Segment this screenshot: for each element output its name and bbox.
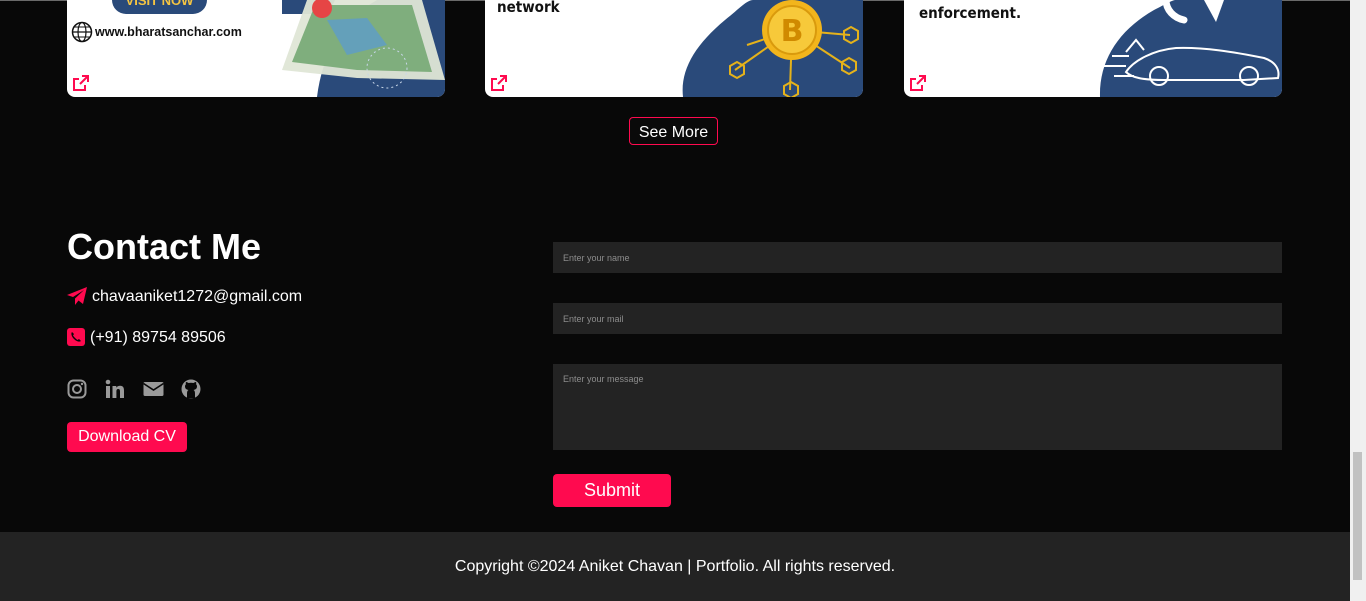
mail-icon[interactable] [143, 379, 164, 399]
linkedin-icon[interactable] [105, 379, 125, 399]
see-more-button[interactable]: See More [629, 117, 718, 145]
contact-phone[interactable]: (+91) 89754 89506 [90, 329, 226, 347]
phone-icon [67, 328, 85, 346]
svg-text:B: B [781, 14, 804, 49]
email-row: chavaaniket1272@gmail.com [67, 287, 302, 306]
card-1-url: www.bharatsanchar.com [95, 25, 242, 39]
paper-plane-icon [67, 287, 87, 305]
card-2-text: network [497, 0, 560, 16]
contact-email[interactable]: chavaaniket1272@gmail.com [92, 288, 302, 306]
github-icon[interactable] [181, 379, 201, 399]
mail-input[interactable] [553, 303, 1282, 334]
footer: Copyright ©2024 Aniket Chavan | Portfoli… [0, 532, 1350, 601]
project-card-1[interactable]: VISIT NOW www.bharatsanchar.com [67, 0, 445, 97]
external-link-icon[interactable] [490, 74, 508, 92]
visit-now-badge[interactable]: VISIT NOW [112, 0, 207, 14]
name-input[interactable] [553, 242, 1282, 273]
scrollbar-thumb[interactable] [1353, 452, 1362, 580]
submit-button[interactable]: Submit [553, 474, 671, 507]
visit-now-label: VISIT NOW [125, 0, 194, 8]
project-card-2[interactable]: B network [485, 0, 863, 97]
social-links [67, 379, 201, 399]
project-card-3[interactable]: enforcement. [904, 0, 1282, 97]
external-link-icon[interactable] [72, 74, 90, 92]
instagram-icon[interactable] [67, 379, 87, 399]
card-3-text: enforcement. [919, 4, 1022, 22]
message-textarea[interactable] [553, 364, 1282, 450]
external-link-icon[interactable] [909, 74, 927, 92]
copyright-text: Copyright ©2024 Aniket Chavan | Portfoli… [454, 557, 896, 575]
map-illustration [282, 0, 445, 97]
contact-title: Contact Me [67, 226, 262, 267]
download-cv-button[interactable]: Download CV [67, 422, 187, 452]
phone-row: (+91) 89754 89506 [67, 328, 226, 347]
globe-icon [71, 21, 93, 43]
page-scrollbar[interactable] [1350, 0, 1366, 601]
